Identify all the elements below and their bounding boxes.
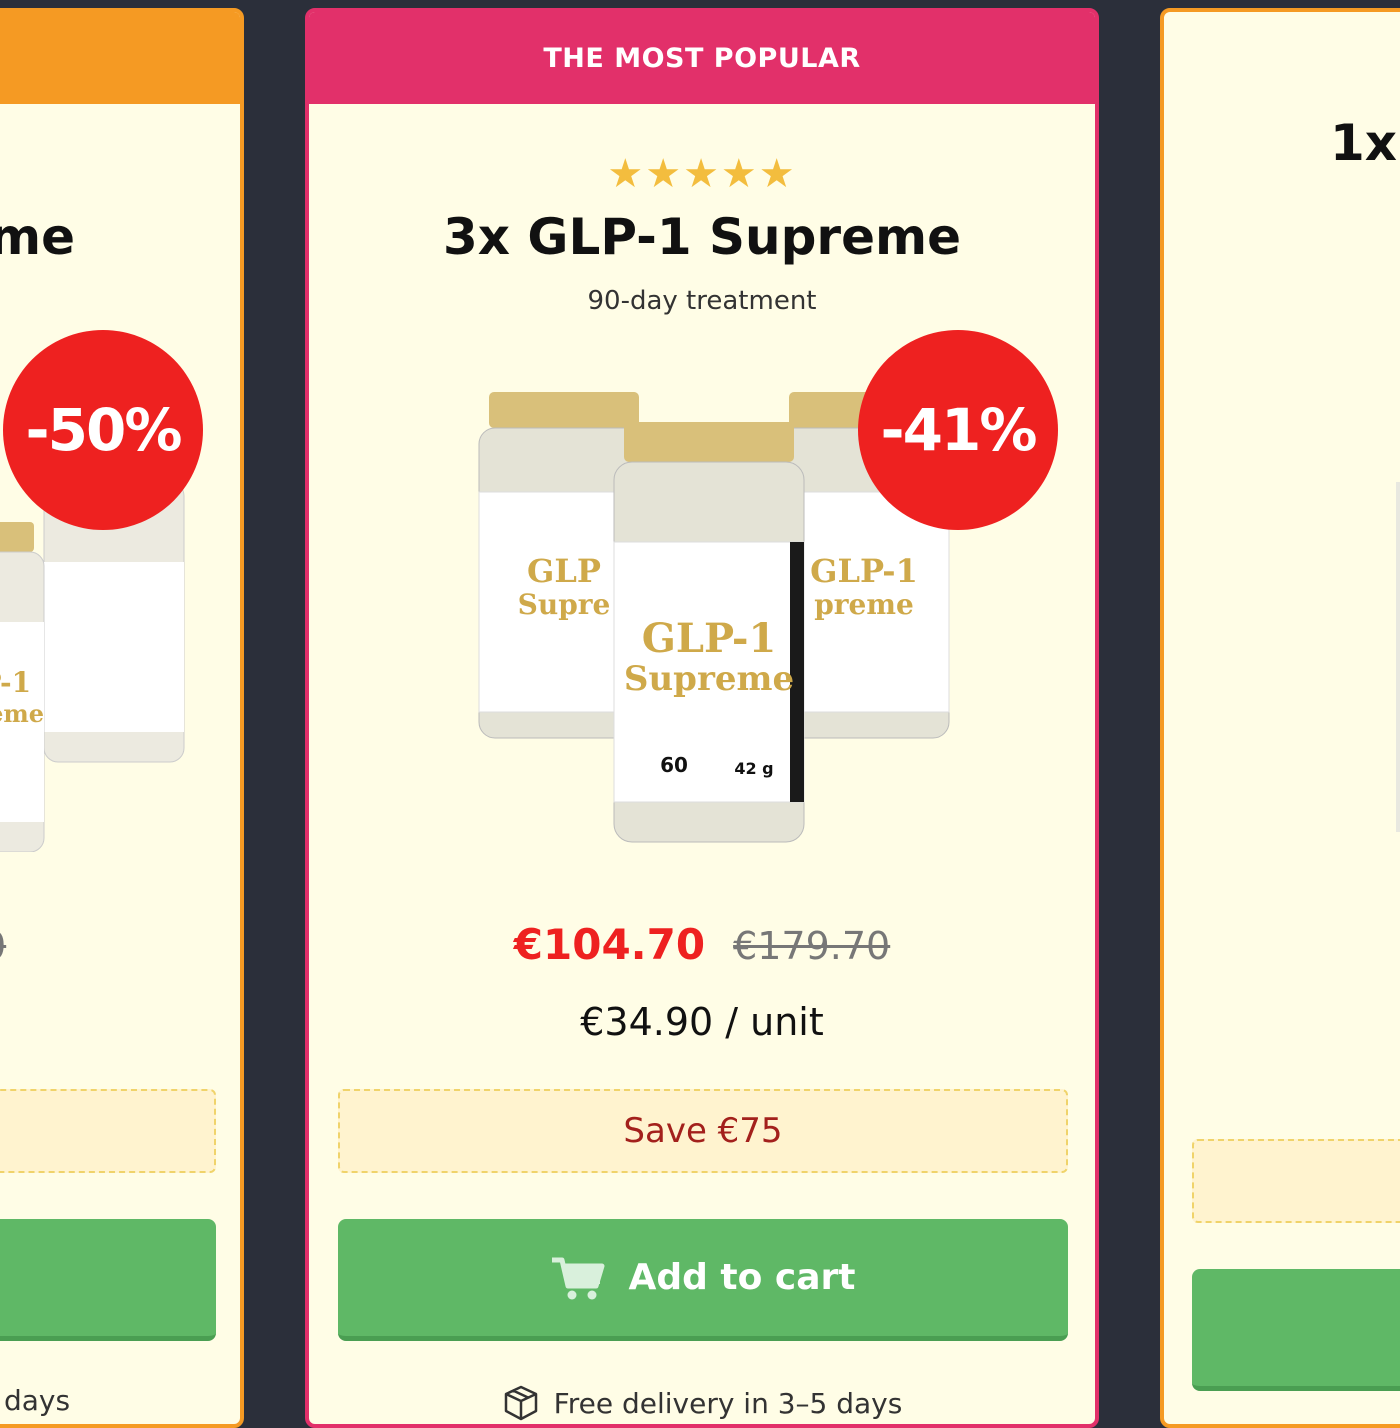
old-price: €179.70 xyxy=(733,924,891,968)
svg-text:preme: preme xyxy=(814,588,914,621)
box-icon xyxy=(504,1385,537,1421)
discount-badge: -41% xyxy=(858,330,1058,530)
add-to-cart-button[interactable]: Add to cart xyxy=(338,1219,1068,1341)
product-card-left: me GLP-1 Supreme -50% 0 days xyxy=(0,8,244,1428)
svg-text:GLP-1: GLP-1 xyxy=(810,552,918,590)
price-row: €104.70 €179.70 xyxy=(309,920,1095,969)
add-to-cart-button[interactable] xyxy=(1192,1269,1400,1391)
discount-badge: -50% xyxy=(3,330,203,530)
label-count: 60 xyxy=(660,753,688,777)
label-name: GLP-1 xyxy=(0,666,31,699)
product-subtitle: 90-day treatment xyxy=(587,286,817,316)
card-header xyxy=(0,12,240,104)
cart-icon xyxy=(552,1257,605,1299)
delivery-info: days xyxy=(4,1384,71,1417)
product-title: me xyxy=(0,208,75,266)
label-name: GLP-1 xyxy=(642,615,777,662)
product-card-popular: THE MOST POPULAR ★★★★★ 3x GLP-1 Supreme … xyxy=(305,8,1099,1428)
savings-box: Save €75 xyxy=(338,1089,1068,1173)
old-price: 0 xyxy=(0,924,6,968)
svg-text:GLP: GLP xyxy=(527,552,601,590)
product-title: 1x xyxy=(1330,114,1398,172)
product-title: 3x GLP-1 Supreme xyxy=(442,208,962,266)
add-to-cart-button[interactable] xyxy=(0,1219,216,1341)
unit-price: €34.90 / unit xyxy=(580,1000,824,1044)
delivery-label: Free delivery in 3–5 days xyxy=(553,1386,903,1420)
add-to-cart-label: Add to cart xyxy=(628,1257,856,1298)
savings-box xyxy=(1192,1139,1400,1223)
savings-box xyxy=(0,1089,216,1173)
sale-price: €104.70 xyxy=(513,920,706,969)
label-weight: 42 g xyxy=(734,759,773,778)
label-name-2: Supreme xyxy=(0,699,44,728)
label-name-2: Supreme xyxy=(624,659,794,699)
svg-text:Supre: Supre xyxy=(518,588,611,621)
rating-stars: ★★★★★ xyxy=(607,151,797,197)
delivery-info: Free delivery in 3–5 days xyxy=(309,1384,1095,1422)
card-header: THE MOST POPULAR xyxy=(309,12,1095,104)
product-card-right: 1x xyxy=(1160,8,1400,1428)
product-image xyxy=(1396,482,1400,832)
